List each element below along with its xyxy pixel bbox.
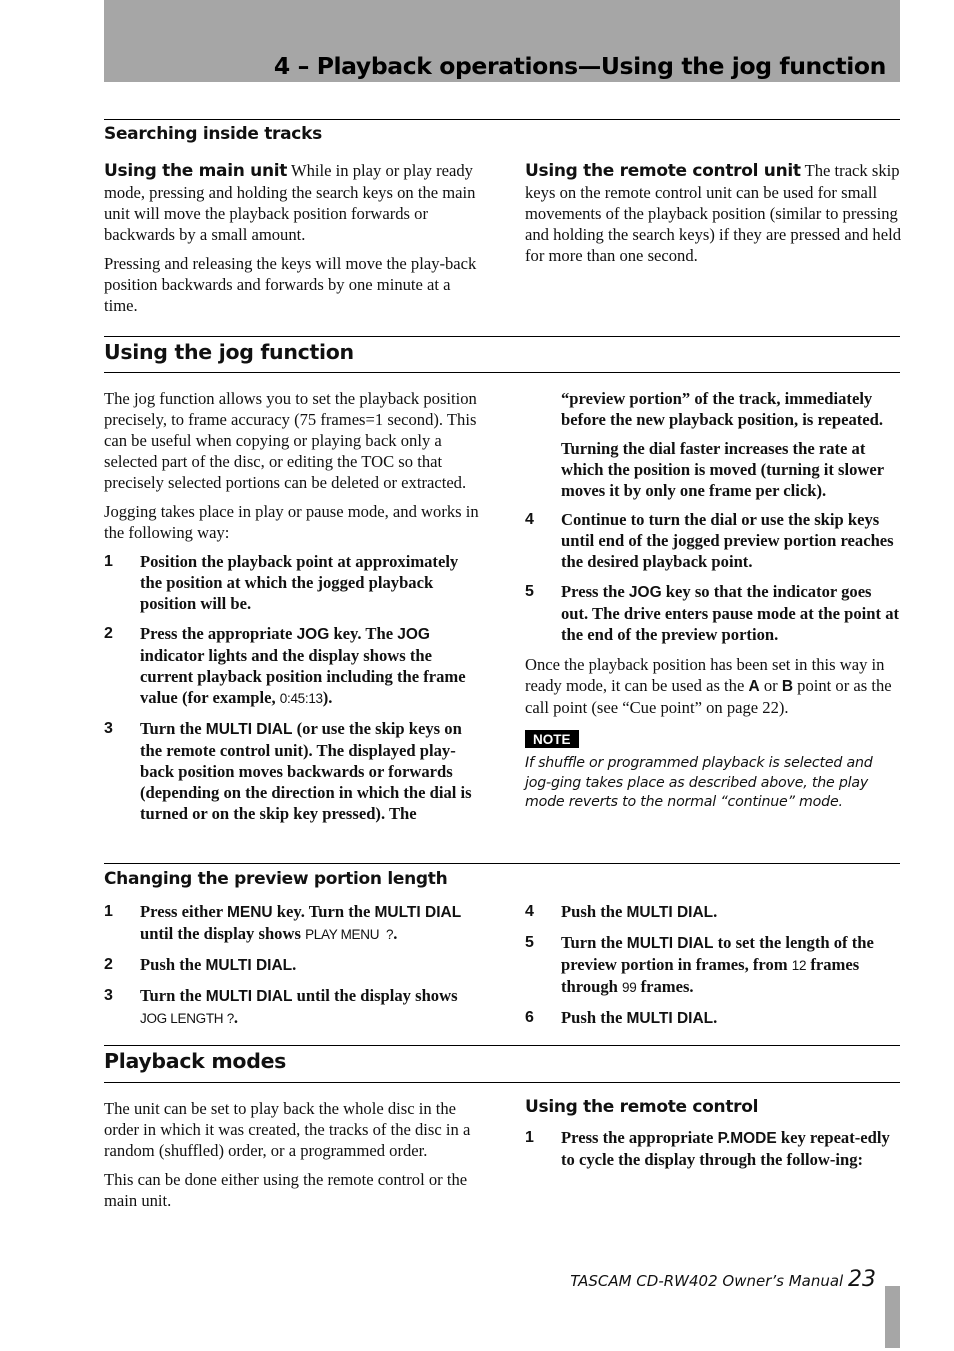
key-label-multi-dial: MULTI DIAL — [205, 721, 293, 738]
point-label-a: A — [748, 678, 760, 695]
note-badge: NOTE — [525, 730, 579, 748]
section-divider — [104, 1082, 900, 1083]
step-text: Turn the MULTI DIAL to set the length of… — [561, 933, 874, 996]
modes-paragraph: The unit can be set to play back the who… — [104, 1099, 471, 1160]
key-label-p-mode: P.MODE — [717, 1130, 777, 1147]
section-title-preview: Changing the preview portion length — [104, 869, 448, 889]
step-number: 4 — [525, 511, 534, 528]
step-text: Push the MULTI DIAL. — [140, 955, 297, 974]
display-readout: 0:45:13 — [279, 691, 323, 706]
step-number: 2 — [104, 956, 113, 973]
step-text: Turn the MULTI DIAL until the display sh… — [140, 986, 458, 1027]
key-label-multi-dial: MULTI DIAL — [205, 957, 293, 974]
chapter-header-band: 4 – Playback operations—Using the jog fu… — [104, 0, 900, 82]
key-label-multi-dial: MULTI DIAL — [626, 935, 714, 952]
modes-step-1: 1 Press the appropriate P.MODE key repea… — [525, 1127, 901, 1170]
key-label-multi-dial: MULTI DIAL — [205, 988, 293, 1005]
step-text: Press either MENU key. Turn the MULTI DI… — [140, 902, 462, 943]
point-label-b: B — [781, 678, 794, 695]
modes-left-column: The unit can be set to play back the who… — [104, 1098, 480, 1219]
jog-step-2: 2 Press the appropriate JOG key. The JOG… — [104, 623, 480, 709]
jog-step-1: 1 Position the playback point at approxi… — [104, 551, 480, 614]
section-divider — [104, 336, 900, 337]
step-number: 1 — [104, 553, 113, 570]
section-divider — [104, 119, 900, 120]
step-number: 2 — [104, 625, 113, 642]
step-text: Push the MULTI DIAL. — [561, 902, 718, 921]
step-text: Press the JOG key so that the indicator … — [561, 582, 900, 644]
searching-main-unit-column: Using the main unit While in play or pla… — [104, 160, 480, 324]
jog-step-3-extra: Turning the dial faster increases the ra… — [561, 439, 884, 500]
step-text: Turn the MULTI DIAL (or use the skip key… — [140, 719, 472, 823]
display-readout: PLAY MENU ? — [305, 927, 394, 942]
step-number: 4 — [525, 903, 534, 920]
step-number: 5 — [525, 583, 534, 600]
chapter-title: 4 – Playback operations—Using the jog fu… — [273, 52, 887, 80]
step-number: 1 — [104, 903, 113, 920]
jog-intro-paragraph: The jog function allows you to set the p… — [104, 389, 477, 492]
page-edge-tab — [885, 1286, 900, 1348]
manual-title: TASCAM CD-RW402 Owner’s Manual — [570, 1272, 848, 1290]
section-divider — [104, 1045, 900, 1046]
page-number: 23 — [848, 1267, 876, 1292]
modes-paragraph-2: This can be done either using the remote… — [104, 1170, 468, 1210]
key-label-jog: JOG — [397, 626, 430, 643]
step-number: 6 — [525, 1009, 534, 1026]
step-number: 3 — [104, 987, 113, 1004]
preview-step-3: 3 Turn the MULTI DIAL until the display … — [104, 985, 480, 1029]
key-label-menu: MENU — [226, 904, 273, 921]
note-text: If shuffle or programmed playback is sel… — [525, 755, 873, 810]
main-unit-paragraph-2: Pressing and releasing the keys will mov… — [104, 254, 477, 315]
step-text: Press the appropriate P.MODE key repeat-… — [561, 1128, 890, 1169]
key-label-jog: JOG — [628, 584, 662, 601]
searching-remote-unit-column: Using the remote control unit The track … — [525, 160, 901, 274]
preview-step-1: 1 Press either MENU key. Turn the MULTI … — [104, 901, 480, 945]
main-unit-paragraph: Using the main unit While in play or pla… — [104, 161, 476, 244]
section-divider — [104, 863, 900, 864]
jog-intro-paragraph-2: Jogging takes place in play or pause mod… — [104, 502, 479, 542]
step-text: Press the appropriate JOG key. The JOG i… — [140, 624, 466, 707]
jog-left-column: The jog function allows you to set the p… — [104, 388, 480, 833]
remote-unit-paragraph: Using the remote control unit The track … — [525, 161, 901, 265]
key-label-multi-dial: MULTI DIAL — [626, 904, 714, 921]
step-text: Continue to turn the dial or use the ski… — [561, 510, 894, 571]
jog-step-3-continuation: “preview portion” of the track, immediat… — [561, 389, 884, 429]
preview-right-column: 4 Push the MULTI DIAL. 5 Turn the MULTI … — [525, 901, 901, 1038]
modes-right-column: Using the remote control 1 Press the app… — [525, 1097, 901, 1179]
display-readout: 99 — [622, 980, 637, 995]
section-title-jog: Using the jog function — [104, 340, 354, 364]
jog-right-column: “preview portion” of the track, immediat… — [525, 388, 901, 813]
preview-step-4: 4 Push the MULTI DIAL. — [525, 901, 901, 923]
preview-step-2: 2 Push the MULTI DIAL. — [104, 954, 480, 976]
display-readout: JOG LENGTH ? — [140, 1011, 234, 1026]
jog-step-4: 4 Continue to turn the dial or use the s… — [525, 509, 901, 572]
preview-step-6: 6 Push the MULTI DIAL. — [525, 1007, 901, 1029]
key-label-jog: JOG — [296, 626, 330, 643]
section-title-playback-modes: Playback modes — [104, 1049, 287, 1073]
key-label-multi-dial: MULTI DIAL — [626, 1010, 714, 1027]
step-number: 3 — [104, 720, 113, 737]
runin-heading-main-unit: Using the main unit — [104, 161, 288, 181]
key-label-multi-dial: MULTI DIAL — [374, 904, 462, 921]
section-divider — [104, 372, 900, 373]
preview-left-column: 1 Press either MENU key. Turn the MULTI … — [104, 901, 480, 1038]
jog-after-paragraph: Once the playback position has been set … — [525, 655, 892, 717]
jog-step-3: 3 Turn the MULTI DIAL (or use the skip k… — [104, 718, 480, 824]
step-text: Push the MULTI DIAL. — [561, 1008, 718, 1027]
step-number: 1 — [525, 1129, 534, 1146]
subsection-title-remote-control: Using the remote control — [525, 1097, 759, 1117]
section-title-searching: Searching inside tracks — [104, 124, 322, 144]
page-footer: TASCAM CD-RW402 Owner’s Manual 23 — [570, 1267, 876, 1292]
runin-heading-remote-unit: Using the remote control unit — [525, 161, 801, 181]
preview-step-5: 5 Turn the MULTI DIAL to set the length … — [525, 932, 901, 998]
step-text: Position the playback point at approxima… — [140, 552, 459, 613]
display-readout: 12 — [791, 958, 807, 973]
jog-step-5: 5 Press the JOG key so that the indicato… — [525, 581, 901, 645]
step-number: 5 — [525, 934, 534, 951]
